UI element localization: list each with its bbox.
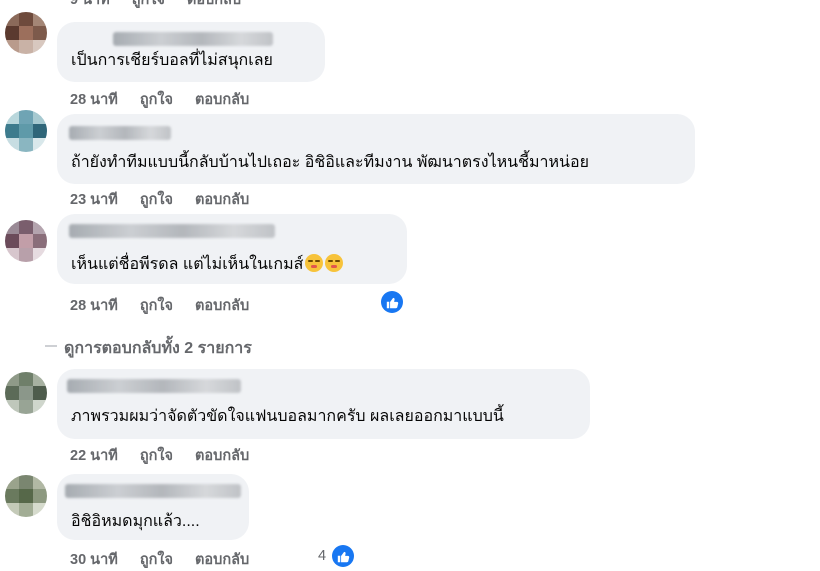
like-link[interactable]: ถูกใจ	[132, 0, 165, 8]
like-link[interactable]: ถูกใจ	[140, 298, 173, 314]
comment-time[interactable]: 30 นาที	[70, 552, 118, 568]
view-replies-link[interactable]: ดูการตอบกลับทั้ง 2 รายการ	[64, 336, 252, 361]
like-link[interactable]: ถูกใจ	[140, 92, 173, 108]
comment-text-body: เห็นแต่ชื่อพีรดล แต่ไม่เห็นในเกมส์	[71, 256, 304, 273]
emoji-icon	[305, 254, 324, 272]
comment-text: เป็นการเชียร์บอลที่ไม่สนุกเลย	[71, 52, 273, 69]
comment-bubble: อิชิอิหมดมุกแล้ว....	[57, 474, 249, 540]
comment-meta: 22 นาที ถูกใจ ตอบกลับ	[70, 444, 267, 467]
comment-time[interactable]: 28 นาที	[70, 298, 118, 314]
comment-bubble: เห็นแต่ชื่อพีรดล แต่ไม่เห็นในเกมส์	[57, 214, 407, 284]
reply-link[interactable]: ตอบกลับ	[195, 298, 249, 314]
comment-bubble: เป็นการเชียร์บอลที่ไม่สนุกเลย	[57, 22, 325, 82]
comment-time[interactable]: 9 นาที	[70, 0, 110, 8]
like-link[interactable]: ถูกใจ	[140, 192, 173, 208]
comment-meta: 28 นาที ถูกใจ ตอบกลับ	[70, 88, 267, 111]
commenter-name-blurred[interactable]	[65, 484, 241, 498]
avatar[interactable]	[5, 12, 47, 54]
comment-text: ถ้ายังทำทีมแบบนี้กลับบ้านไปเถอะ อิชิอิแล…	[71, 154, 589, 171]
comment-bubble: ภาพรวมผมว่าจัดตัวขัดใจแฟนบอลมากครับ ผลเล…	[57, 369, 590, 439]
reply-link[interactable]: ตอบกลับ	[195, 448, 249, 464]
like-thumb-icon	[337, 551, 349, 562]
comment-meta: 23 นาที ถูกใจ ตอบกลับ	[70, 188, 267, 211]
commenter-name-blurred[interactable]	[69, 126, 171, 140]
comment-time[interactable]: 23 นาที	[70, 192, 118, 208]
reaction-badge[interactable]	[332, 545, 354, 567]
avatar[interactable]	[5, 220, 47, 262]
comment-text: อิชิอิหมดมุกแล้ว....	[71, 513, 200, 530]
comment-meta: 30 นาที ถูกใจ ตอบกลับ	[70, 548, 267, 571]
like-link[interactable]: ถูกใจ	[140, 448, 173, 464]
like-link[interactable]: ถูกใจ	[140, 552, 173, 568]
comment-time[interactable]: 28 นาที	[70, 92, 118, 108]
like-thumb-icon	[386, 297, 398, 308]
reply-link[interactable]: ตอบกลับ	[187, 0, 241, 8]
avatar[interactable]	[5, 475, 47, 517]
commenter-name-blurred[interactable]	[113, 32, 273, 46]
reply-link[interactable]: ตอบกลับ	[195, 192, 249, 208]
comment-text: ภาพรวมผมว่าจัดตัวขัดใจแฟนบอลมากครับ ผลเล…	[71, 408, 504, 425]
emoji-icon	[325, 254, 344, 272]
reply-thread-line	[45, 345, 57, 347]
comment-time[interactable]: 22 นาที	[70, 448, 118, 464]
reaction-badge[interactable]	[381, 291, 403, 313]
comment-meta-partial: 9 นาที ถูกใจ ตอบกลับ	[70, 0, 259, 11]
commenter-name-blurred[interactable]	[69, 224, 275, 238]
avatar[interactable]	[5, 372, 47, 414]
avatar[interactable]	[5, 110, 47, 152]
reply-link[interactable]: ตอบกลับ	[195, 552, 249, 568]
reply-link[interactable]: ตอบกลับ	[195, 92, 249, 108]
commenter-name-blurred[interactable]	[67, 379, 241, 393]
reaction-count[interactable]: 4	[318, 548, 326, 564]
comment-text: เห็นแต่ชื่อพีรดล แต่ไม่เห็นในเกมส์	[71, 254, 344, 275]
comment-meta: 28 นาที ถูกใจ ตอบกลับ	[70, 294, 267, 317]
comment-bubble: ถ้ายังทำทีมแบบนี้กลับบ้านไปเถอะ อิชิอิแล…	[57, 114, 695, 184]
